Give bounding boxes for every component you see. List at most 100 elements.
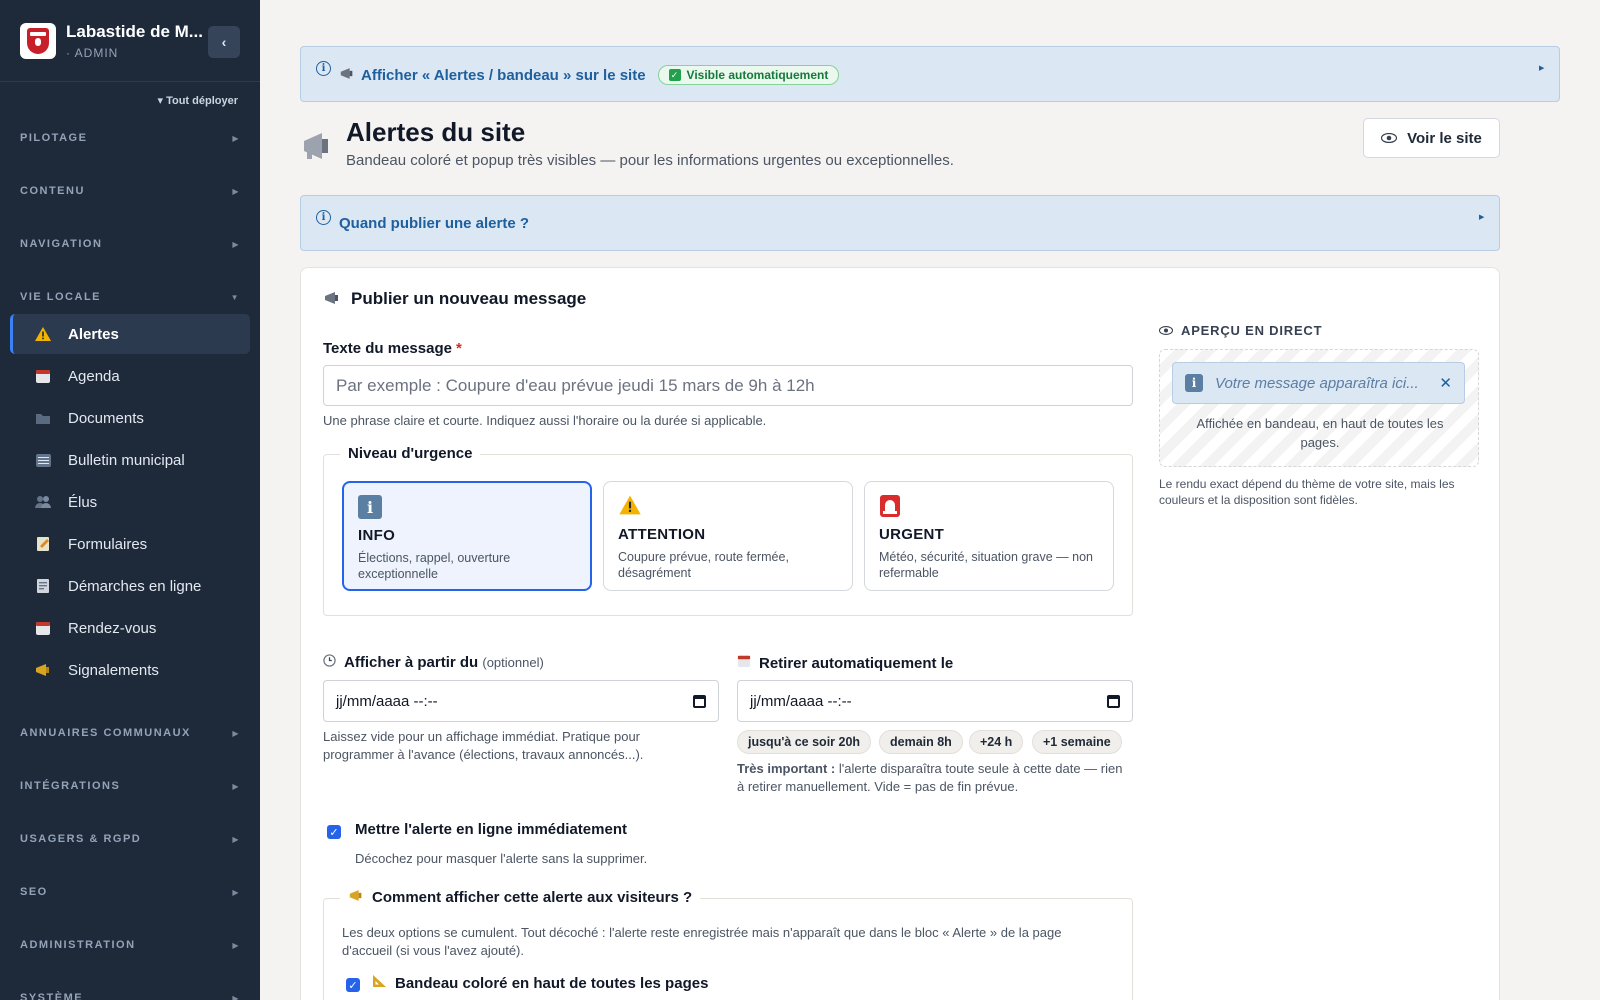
live-preview: i Votre message apparaîtra ici... ✕ Affi… (1159, 349, 1479, 467)
nav-section-pilotage[interactable]: PILOTAGE ▶ (20, 132, 240, 144)
eye-icon (1158, 323, 1174, 338)
siren-icon (879, 494, 903, 518)
urgency-option-info[interactable]: i INFO Élections, rappel, ouverture exce… (342, 481, 592, 591)
urgency-fieldset: Niveau d'urgence i INFO Élections, rappe… (323, 445, 1133, 616)
nav-section-seo[interactable]: SEO ▶ (20, 886, 240, 898)
caret-down-icon: ▾ (157, 95, 167, 107)
caret-right-icon: ▶ (232, 239, 240, 249)
sidebar-item-bulletin[interactable]: Bulletin municipal (10, 440, 250, 480)
online-checkbox[interactable]: ✓ (327, 825, 341, 839)
nav-section-annuaires[interactable]: ANNUAIRES COMMUNAUX ▶ (20, 727, 240, 739)
urgency-option-attention[interactable]: ATTENTION Coupure prévue, route fermée, … (603, 481, 853, 591)
triangle-ruler-icon (372, 974, 387, 992)
town-crest-logo (20, 22, 56, 59)
sidebar: Labastide de M... · ADMIN ‹ ▾ Tout déplo… (0, 0, 260, 1000)
sidebar-item-formulaires[interactable]: Formulaires (10, 524, 250, 564)
receipt-icon (34, 577, 52, 595)
start-datetime-input[interactable]: jj/mm/aaaa --:-- (323, 680, 719, 722)
sidebar-item-agenda[interactable]: Agenda (10, 356, 250, 396)
online-hint: Décochez pour masquer l'alerte sans la s… (355, 851, 648, 866)
preview-alert-banner: i Votre message apparaîtra ici... ✕ (1172, 362, 1465, 404)
view-site-button[interactable]: Voir le site (1363, 118, 1500, 158)
info-icon: i (1185, 374, 1203, 392)
calendar-icon (34, 619, 52, 637)
expand-all-toggle[interactable]: ▾ Tout déployer (158, 94, 239, 107)
preview-note: Le rendu exact dépend du thème de votre … (1159, 477, 1455, 507)
caret-right-icon: ▶ (232, 940, 240, 950)
banner-option-label[interactable]: Bandeau coloré en haut de toutes les pag… (372, 974, 708, 992)
start-date-hint: Laissez vide pour un affichage immédiat.… (323, 729, 644, 762)
sidebar-item-label: Rendez-vous (68, 619, 157, 637)
brand: Labastide de M... · ADMIN ‹ (0, 0, 260, 82)
urgency-legend: Niveau d'urgence (340, 445, 481, 462)
sidebar-item-label: Formulaires (68, 535, 148, 553)
calendar-icon[interactable] (693, 694, 706, 708)
check-icon: ✓ (668, 69, 681, 81)
clock-icon (323, 654, 336, 671)
message-input[interactable]: Par exemple : Coupure d'eau prévue jeudi… (323, 365, 1133, 406)
caret-right-icon: ▶ (1539, 65, 1545, 72)
message-label: Texte du message * (323, 340, 462, 357)
end-date-label: Retirer automatiquement le (737, 654, 953, 672)
caret-right-icon: ▶ (232, 781, 240, 791)
caret-right-icon: ▶ (232, 834, 240, 844)
quick-end-chip[interactable]: jusqu'à ce soir 20h (737, 730, 872, 754)
display-legend: Comment afficher cette alerte aux visite… (340, 889, 701, 906)
sidebar-item-demarches[interactable]: Démarches en ligne (10, 566, 250, 606)
help-disclosure[interactable]: i Quand publier une alerte ? ▶ (300, 195, 1500, 251)
online-label[interactable]: Mettre l'alerte en ligne immédiatement (355, 821, 627, 838)
banner-option-checkbox[interactable]: ✓ (346, 978, 360, 992)
warning-icon (618, 494, 642, 518)
quick-end-chip[interactable]: +24 h (969, 730, 1024, 754)
caret-right-icon: ▶ (232, 186, 240, 196)
end-datetime-input[interactable]: jj/mm/aaaa --:-- (737, 680, 1133, 722)
status-badge: ✓ Visible automatiquement (657, 65, 840, 85)
brand-title: Labastide de M... (66, 21, 203, 41)
close-icon[interactable]: ✕ (1439, 374, 1452, 392)
info-icon: i (316, 210, 331, 225)
required-marker: * (455, 340, 462, 357)
quick-end-chip[interactable]: +1 semaine (1032, 730, 1122, 754)
calendar-icon (737, 654, 751, 672)
nav-section-administration[interactable]: ADMINISTRATION ▶ (20, 939, 240, 951)
caret-down-icon: ▼ (230, 292, 240, 302)
nav-section-integrations[interactable]: INTÉGRATIONS ▶ (20, 780, 240, 792)
banner-link[interactable]: Afficher « Alertes / bandeau » sur le si… (361, 67, 646, 84)
caret-right-icon: ▶ (232, 133, 240, 143)
help-title: Quand publier une alerte ? (339, 215, 530, 232)
preview-caption: Affichée en bandeau, en haut de toutes l… (1196, 416, 1444, 450)
sidebar-item-elus[interactable]: Élus (10, 482, 250, 522)
caret-right-icon: ▶ (1479, 214, 1485, 221)
nav-section-usagers[interactable]: USAGERS & RGPD ▶ (20, 833, 240, 845)
new-alert-card: Publier un nouveau message Texte du mess… (300, 267, 1500, 1000)
page-subtitle: Bandeau coloré et popup très visibles — … (346, 152, 954, 169)
caret-right-icon: ▶ (232, 993, 240, 1000)
quick-end-chip[interactable]: demain 8h (879, 730, 963, 754)
module-visibility-banner[interactable]: i Afficher « Alertes / bandeau » sur le … (300, 46, 1560, 102)
display-options-fieldset: Comment afficher cette alerte aux visite… (323, 889, 1133, 1000)
megaphone-icon (339, 67, 355, 84)
sidebar-item-label: Démarches en ligne (68, 577, 202, 595)
sidebar-item-label: Signalements (68, 661, 159, 679)
nav-section-vie-locale[interactable]: VIE LOCALE ▼ (20, 291, 240, 303)
collapse-sidebar-button[interactable]: ‹ (208, 26, 240, 58)
megaphone-icon (348, 889, 364, 906)
sidebar-item-documents[interactable]: Documents (10, 398, 250, 438)
sidebar-item-rendez-vous[interactable]: Rendez-vous (10, 608, 250, 648)
nav-section-systeme[interactable]: SYSTÈME ▶ (20, 992, 240, 1000)
display-hint: Les deux options se cumulent. Tout décoc… (342, 925, 1062, 958)
calendar-icon[interactable] (1107, 694, 1120, 708)
sidebar-item-label: Élus (68, 493, 98, 511)
sidebar-item-alertes[interactable]: Alertes (10, 314, 250, 354)
megaphone-icon (34, 661, 52, 679)
urgency-option-urgent[interactable]: URGENT Météo, sécurité, situation grave … (864, 481, 1114, 591)
megaphone-icon (300, 128, 336, 164)
sidebar-item-signalements[interactable]: Signalements (10, 650, 250, 690)
nav-section-navigation[interactable]: NAVIGATION ▶ (20, 238, 240, 250)
caret-right-icon: ▶ (232, 887, 240, 897)
newspaper-icon (34, 451, 52, 469)
info-icon: i (316, 61, 331, 76)
eye-icon (1381, 131, 1398, 146)
page-title: Alertes du site (346, 117, 526, 147)
nav-section-contenu[interactable]: CONTENU ▶ (20, 185, 240, 197)
